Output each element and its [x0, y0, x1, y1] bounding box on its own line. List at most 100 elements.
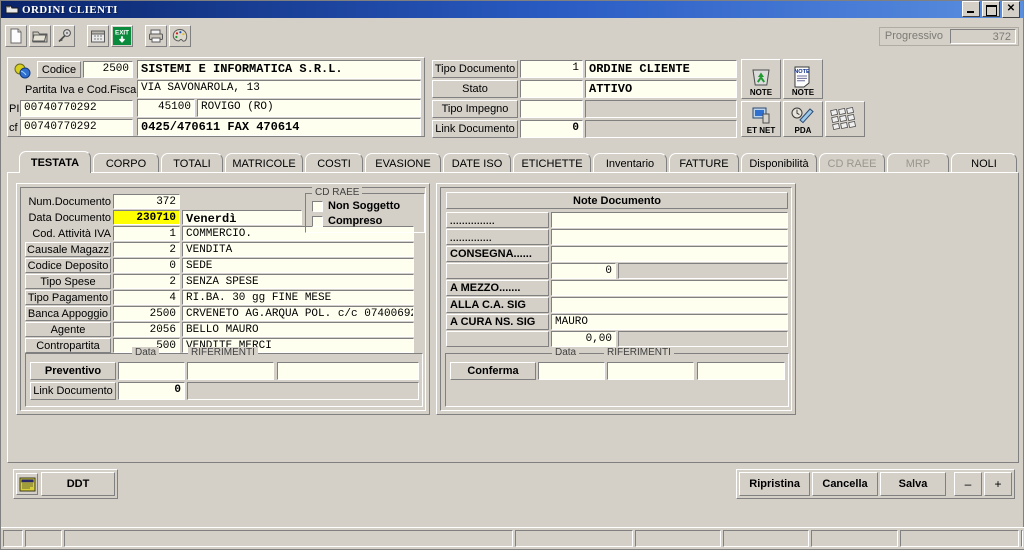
ddt-book-icon[interactable] [16, 473, 38, 495]
note-row-label-1: .............. [446, 229, 549, 245]
tab-matricole[interactable]: MATRICOLE [225, 153, 303, 173]
note-pad-button[interactable]: NOTE NOTE [783, 59, 823, 99]
testata-row-code-8[interactable]: 2056 [113, 322, 180, 337]
codice-value[interactable]: 2500 [83, 61, 133, 78]
testata-row-code-4[interactable]: 0 [113, 258, 180, 273]
link-documento-code[interactable]: 0 [520, 120, 583, 138]
preventivo-button[interactable]: Preventivo [30, 362, 116, 380]
cancella-button[interactable]: Cancella [812, 472, 878, 496]
tipo-impegno-code[interactable] [520, 100, 583, 118]
salva-button[interactable]: Salva [880, 472, 946, 496]
customer-globe-icon[interactable] [12, 62, 34, 80]
ragione-sociale-value[interactable]: SISTEMI E INFORMATICA S.R.L. [137, 60, 421, 79]
tab-corpo[interactable]: CORPO [93, 153, 159, 173]
etnet-button[interactable]: ET NET [741, 101, 781, 137]
codice-button[interactable]: Codice [37, 61, 81, 78]
note-row-value-0[interactable] [551, 212, 788, 228]
preventivo-rif2-value[interactable] [277, 362, 419, 380]
testata-row-code-1[interactable]: 230710 [113, 210, 180, 225]
tab-testata[interactable]: TESTATA [19, 151, 91, 173]
conferma-rif2-value[interactable] [697, 362, 785, 380]
testata-row-code-3[interactable]: 2 [113, 242, 180, 257]
tab-noli[interactable]: NOLI [951, 153, 1017, 173]
telefono-fax-value[interactable]: 0425/470611 FAX 470614 [137, 118, 421, 136]
tab-date-iso[interactable]: DATE ISO [443, 153, 511, 173]
search-key-icon[interactable] [53, 25, 75, 47]
testata-row-label-9[interactable]: Contropartita [25, 338, 111, 353]
testata-row-label-3[interactable]: Causale Magazz [25, 242, 111, 257]
partita-iva-value[interactable]: 00740770292 [20, 100, 133, 117]
preventivo-data-value[interactable] [118, 362, 185, 380]
note-row-value-6[interactable]: MAURO [551, 314, 788, 330]
preventivo-link-documento-desc [187, 382, 419, 400]
codice-fiscale-value[interactable]: 00740770292 [20, 119, 133, 136]
preventivo-link-documento-button[interactable]: Link Documento [30, 382, 116, 400]
open-folder-icon[interactable] [29, 25, 51, 47]
indirizzo-value[interactable]: VIA SAVONAROLA, 13 [137, 80, 421, 98]
tipo-documento-label[interactable]: Tipo Documento [432, 60, 518, 78]
preventivo-group: Data RIFERIMENTI Preventivo Link Documen… [25, 347, 423, 407]
testata-row-code-2[interactable]: 1 [113, 226, 180, 241]
title-bar: ORDINI CLIENTI ✕ [1, 1, 1023, 19]
testata-row-code-5[interactable]: 2 [113, 274, 180, 289]
non-soggetto-checkbox[interactable] [312, 200, 323, 212]
tab-totali[interactable]: TOTALI [161, 153, 223, 173]
app-window-icon [5, 3, 19, 16]
tipo-impegno-label[interactable]: Tipo Impegno [432, 100, 518, 118]
calendar-icon[interactable] [87, 25, 109, 47]
note-recycle-button[interactable]: NOTE [741, 59, 781, 99]
new-document-icon[interactable] [5, 25, 27, 47]
minimize-button[interactable] [962, 1, 980, 17]
non-soggetto-label: Non Soggetto [328, 200, 401, 212]
ripristina-button[interactable]: Ripristina [739, 472, 810, 496]
stato-code[interactable] [520, 80, 583, 98]
tab-etichette[interactable]: ETICHETTE [513, 153, 591, 173]
testata-row-label-8[interactable]: Agente [25, 322, 111, 337]
testata-row-label-6[interactable]: Tipo Pagamento [25, 290, 111, 305]
ddt-button[interactable]: DDT [41, 472, 115, 496]
cd-raee-non-soggetto[interactable]: Non Soggetto [312, 200, 400, 212]
tab-evasione[interactable]: EVASIONE [365, 153, 441, 173]
citta-value[interactable]: ROVIGO (RO) [197, 99, 421, 117]
exit-icon[interactable]: EXIT [111, 25, 133, 47]
tipo-documento-code[interactable]: 1 [520, 60, 583, 78]
link-documento-label[interactable]: Link Documento [432, 120, 518, 138]
step-down-button[interactable]: – [954, 472, 982, 496]
compreso-checkbox[interactable] [312, 215, 323, 227]
testata-row-code-7[interactable]: 2500 [113, 306, 180, 321]
stato-label[interactable]: Stato [432, 80, 518, 98]
maximize-button[interactable] [982, 1, 1000, 17]
print-icon[interactable] [145, 25, 167, 47]
preventivo-link-documento-code[interactable]: 0 [118, 382, 185, 400]
note-row-value-5[interactable] [551, 297, 788, 313]
pda-button[interactable]: PDA [783, 101, 823, 137]
note-row-value-2[interactable] [551, 246, 788, 262]
keyboard-button[interactable] [825, 101, 865, 137]
status-panel-4 [634, 530, 722, 547]
close-button[interactable]: ✕ [1002, 1, 1020, 18]
testata-row-desc-5: SENZA SPESE [182, 274, 414, 289]
testata-row-label-4[interactable]: Codice Deposito [25, 258, 111, 273]
conferma-data-value[interactable] [538, 362, 605, 380]
palette-icon[interactable] [169, 25, 191, 47]
conferma-rif1-value[interactable] [607, 362, 694, 380]
testata-row-label-7[interactable]: Banca Appoggio [25, 306, 111, 321]
tab-fatture[interactable]: FATTURE [669, 153, 739, 173]
progressivo-label: Progressivo [884, 30, 943, 42]
testata-row-code-0[interactable]: 372 [113, 194, 180, 209]
preventivo-rif1-value[interactable] [187, 362, 274, 380]
conferma-button[interactable]: Conferma [450, 362, 536, 380]
tab-inventario[interactable]: Inventario [593, 153, 667, 173]
cap-value[interactable]: 45100 [137, 99, 195, 117]
testata-row-label-5[interactable]: Tipo Spese [25, 274, 111, 289]
step-up-button[interactable]: + [984, 472, 1012, 496]
note-row-value-1[interactable] [551, 229, 788, 245]
cd-raee-compreso[interactable]: Compreso [312, 215, 382, 227]
testata-row-code-6[interactable]: 4 [113, 290, 180, 305]
note-row-value-4[interactable] [551, 280, 788, 296]
tab-disponibilit[interactable]: Disponibilità [741, 153, 817, 173]
tab-costi[interactable]: COSTI [305, 153, 363, 173]
svg-text:EXIT: EXIT [115, 30, 129, 37]
note-row-value-7[interactable]: 0,00 [551, 331, 616, 347]
note-row-value-3[interactable]: 0 [551, 263, 616, 279]
